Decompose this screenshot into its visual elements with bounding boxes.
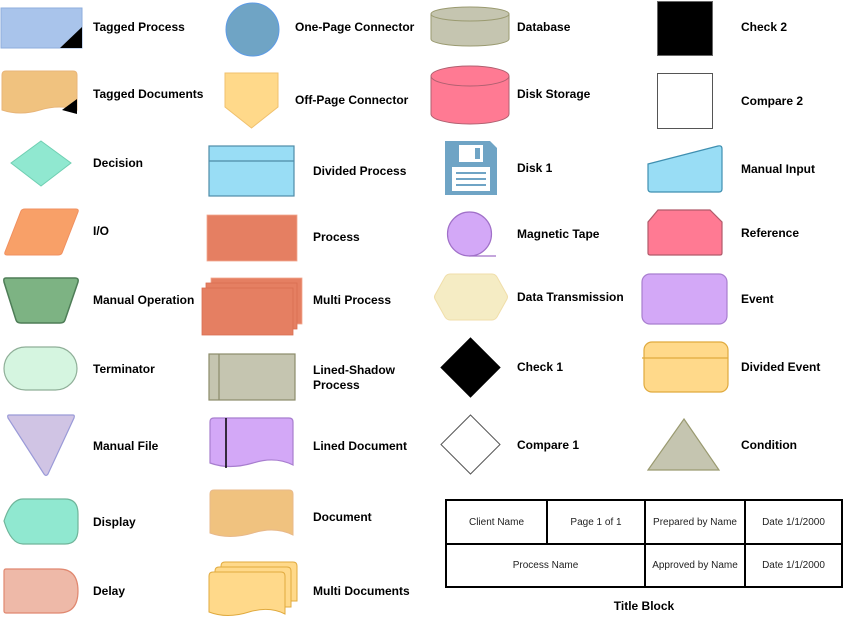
multi-process-label: Multi Process: [313, 293, 392, 307]
process-name-cell[interactable]: Process Name: [447, 545, 644, 586]
check-2-label: Check 2: [741, 20, 788, 34]
compare-2-label: Compare 2: [741, 94, 804, 108]
io-label: I/O: [93, 224, 110, 238]
document-label: Document: [313, 510, 372, 524]
reference-shape[interactable]: [646, 209, 724, 257]
delay-shape[interactable]: [3, 568, 79, 616]
date-approved-cell[interactable]: Date 1/1/2000: [746, 545, 841, 586]
database-label: Database: [517, 20, 571, 34]
prepared-by-cell[interactable]: Prepared by Name: [646, 501, 744, 543]
decision-shape[interactable]: [9, 140, 73, 188]
lined-shadow-process-label-line2: Process: [313, 378, 360, 392]
check-2-shape[interactable]: [657, 1, 713, 57]
manual-input-label: Manual Input: [741, 162, 815, 176]
decision-label: Decision: [93, 156, 144, 170]
terminator-shape[interactable]: [3, 346, 79, 392]
manual-file-label: Manual File: [93, 439, 159, 453]
event-shape[interactable]: [641, 273, 729, 325]
compare-1-label: Compare 1: [517, 438, 580, 452]
multi-documents-shape[interactable]: [207, 561, 299, 619]
tagged-process-shape[interactable]: [0, 7, 84, 49]
lined-shadow-process-shape[interactable]: [208, 353, 297, 401]
disk-storage-shape[interactable]: [430, 64, 512, 126]
check-1-label: Check 1: [517, 360, 564, 374]
one-page-connector-shape[interactable]: [225, 2, 281, 58]
tagged-documents-label: Tagged Documents: [93, 87, 204, 101]
process-label: Process: [313, 230, 360, 244]
condition-label: Condition: [741, 438, 797, 452]
process-shape[interactable]: [206, 214, 299, 262]
io-shape[interactable]: [2, 208, 80, 256]
manual-file-shape[interactable]: [6, 414, 76, 478]
manual-operation-label: Manual Operation: [93, 293, 195, 307]
page-number-cell[interactable]: Page 1 of 1: [548, 501, 644, 543]
display-label: Display: [93, 515, 136, 529]
compare-2-shape[interactable]: [657, 73, 713, 130]
tagged-process-label: Tagged Process: [93, 20, 185, 34]
tagged-documents-shape[interactable]: [0, 70, 80, 118]
multi-documents-label: Multi Documents: [313, 584, 410, 598]
manual-operation-shape[interactable]: [2, 277, 80, 325]
lined-document-shape[interactable]: [209, 417, 295, 471]
data-transmission-label: Data Transmission: [517, 290, 624, 304]
client-name-cell[interactable]: Client Name: [447, 501, 546, 543]
divided-event-label: Divided Event: [741, 360, 821, 374]
lined-document-label: Lined Document: [313, 439, 408, 453]
data-transmission-shape[interactable]: [432, 273, 510, 321]
approved-by-cell[interactable]: Approved by Name: [646, 545, 744, 586]
delay-label: Delay: [93, 584, 126, 598]
database-shape[interactable]: [430, 6, 512, 48]
lined-shadow-process-label-line1: Lined-Shadow: [313, 363, 395, 377]
reference-label: Reference: [741, 226, 800, 240]
document-shape[interactable]: [209, 489, 295, 541]
condition-shape[interactable]: [647, 418, 721, 472]
off-page-connector-label: Off-Page Connector: [295, 93, 409, 107]
multi-process-shape[interactable]: [201, 277, 304, 337]
check-1-shape[interactable]: [440, 337, 502, 399]
magnetic-tape-shape[interactable]: [446, 211, 498, 259]
disk-storage-label: Disk Storage: [517, 87, 591, 101]
title-block-label: Title Block: [613, 599, 675, 613]
divided-process-label: Divided Process: [313, 164, 407, 178]
compare-1-shape[interactable]: [440, 414, 502, 476]
divided-process-shape[interactable]: [208, 145, 296, 197]
event-label: Event: [741, 292, 774, 306]
title-block-table: Client Name Page 1 of 1 Prepared by Name…: [445, 499, 843, 588]
display-shape[interactable]: [3, 498, 79, 546]
disk-1-label: Disk 1: [517, 161, 553, 175]
magnetic-tape-label: Magnetic Tape: [517, 227, 600, 241]
off-page-connector-shape[interactable]: [224, 72, 280, 130]
divided-event-shape[interactable]: [642, 341, 730, 393]
date-prepared-cell[interactable]: Date 1/1/2000: [746, 501, 841, 543]
one-page-connector-label: One-Page Connector: [295, 20, 415, 34]
manual-input-shape[interactable]: [646, 145, 724, 194]
terminator-label: Terminator: [93, 362, 155, 376]
disk-1-icon[interactable]: [445, 141, 498, 196]
